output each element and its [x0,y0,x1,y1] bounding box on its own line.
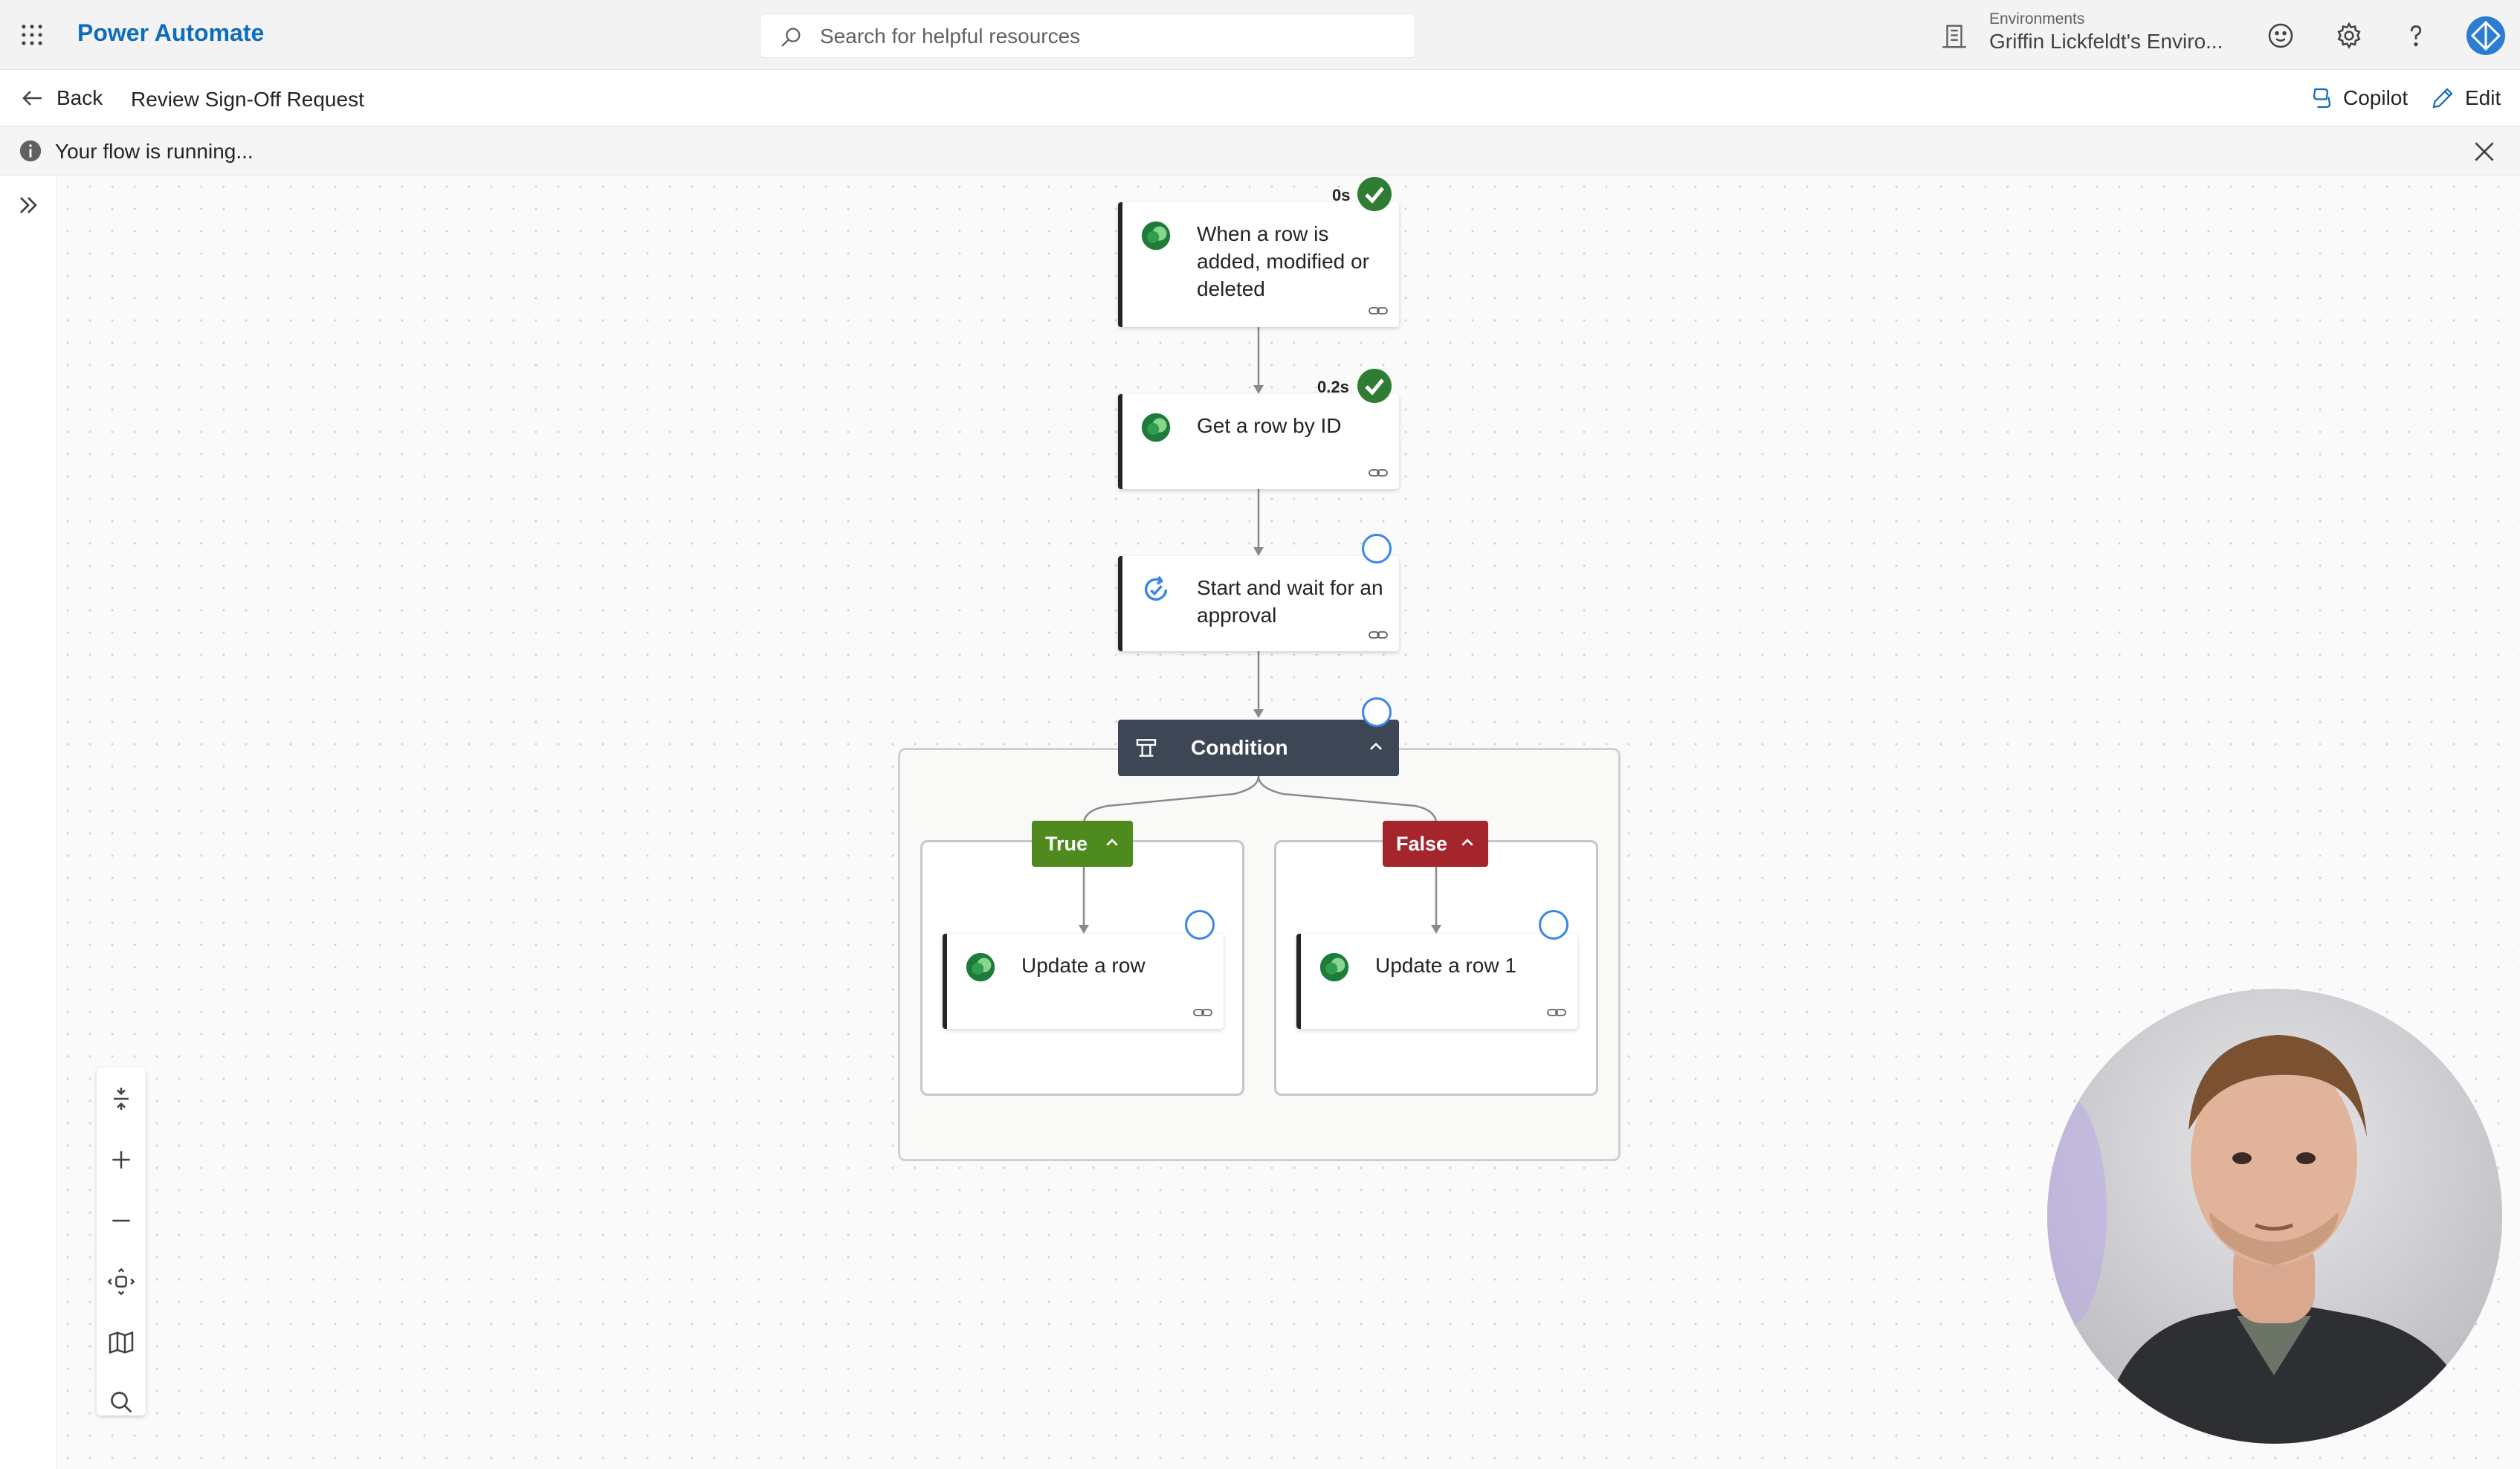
environment-name[interactable]: Griffin Lickfeldt's Enviro... [1989,30,2223,54]
app-name[interactable]: Power Automate [77,19,264,47]
chevron-up-icon[interactable] [1363,734,1389,760]
condition-icon [1136,739,1157,757]
search-input[interactable] [820,20,1400,53]
expand-chevron-icon[interactable] [13,190,43,220]
environment-label: Environments [1989,10,2085,28]
close-icon[interactable] [2469,137,2499,167]
update-row-card[interactable]: Update a row [943,934,1224,1029]
search-icon[interactable] [106,1387,136,1417]
dataverse-icon [1319,952,1349,982]
trigger-duration: 0s [1332,186,1351,204]
dataverse-icon [1141,221,1171,251]
help-question-icon[interactable] [2401,21,2431,51]
false-branch-label[interactable]: False [1383,821,1488,867]
zoom-out-icon[interactable] [106,1206,136,1236]
update-row-1-title: Update a row 1 [1375,954,1516,977]
copilot-icon [2313,88,2331,109]
approval-card[interactable]: Start and wait for an approval [1118,556,1399,651]
trigger-success-check-icon [1357,177,1392,211]
edit-button[interactable]: Edit [2429,83,2501,113]
true-branch-text: True [1045,832,1088,855]
get-row-duration: 0.2s [1317,378,1349,396]
approval-title: Start and wait for an approval [1197,576,1383,627]
update-row-running-spinner-icon [1185,910,1215,940]
condition-title: Condition [1191,736,1288,759]
feedback-smiley-icon[interactable] [2266,21,2296,51]
link-icon [1369,631,1388,639]
left-rail [0,175,56,1469]
zoom-in-icon[interactable] [106,1145,136,1175]
get-row-card[interactable]: Get a row by ID [1118,394,1399,489]
app-launcher-waffle-icon[interactable] [18,21,46,49]
environment-icon[interactable] [1940,22,1968,51]
condition-header[interactable]: Condition [1118,720,1399,776]
back-button-label: Back [56,86,103,109]
true-branch-label[interactable]: True [1032,821,1133,867]
copilot-button[interactable]: Copilot [2307,83,2408,113]
update-row-1-card[interactable]: Update a row 1 [1296,934,1577,1029]
copilot-button-label: Copilot [2343,86,2408,109]
info-icon [19,140,42,162]
approval-icon [1144,575,1168,601]
edit-button-label: Edit [2465,86,2501,109]
dataverse-icon [1141,413,1171,442]
collapse-all-icon[interactable] [106,1084,136,1114]
info-message: Your flow is running... [55,140,253,163]
trigger-card[interactable]: When a row is added, modified or deleted [1118,202,1399,327]
condition-running-spinner-icon [1362,697,1392,727]
get-row-title: Get a row by ID [1197,414,1342,437]
false-branch-text: False [1396,832,1448,855]
update-row-title: Update a row [1021,954,1146,977]
canvas-controls [97,1068,146,1415]
link-icon [1193,1009,1212,1016]
flow-title: Review Sign-Off Request [131,88,364,111]
fit-view-icon[interactable] [106,1267,136,1297]
minimap-icon[interactable] [106,1328,136,1357]
arrow-left-icon [22,91,42,106]
update-row-1-running-spinner-icon [1539,910,1568,940]
link-icon [1369,469,1388,477]
chevron-up-icon [1106,839,1118,846]
search-box[interactable] [760,13,1415,58]
link-icon [1547,1009,1566,1016]
pencil-icon [2432,88,2453,109]
link-icon [1369,307,1388,314]
approval-running-spinner-icon [1362,534,1392,564]
info-message-bar: Your flow is running... [0,126,2520,175]
user-avatar[interactable] [2466,16,2505,55]
top-header: Power Automate Environments Griffin Lick… [0,0,2520,70]
chevron-up-icon [1461,839,1473,846]
command-bar: Back Review Sign-Off Request Copilot Edi… [0,70,2520,126]
search-icon [781,28,801,47]
back-button[interactable]: Back [19,83,103,113]
settings-gear-icon[interactable] [2334,21,2364,51]
trigger-title: When a row is added, modified or deleted [1197,222,1369,300]
get-row-success-check-icon [1357,369,1392,403]
webcam-overlay [2047,989,2502,1444]
dataverse-icon [966,952,995,982]
